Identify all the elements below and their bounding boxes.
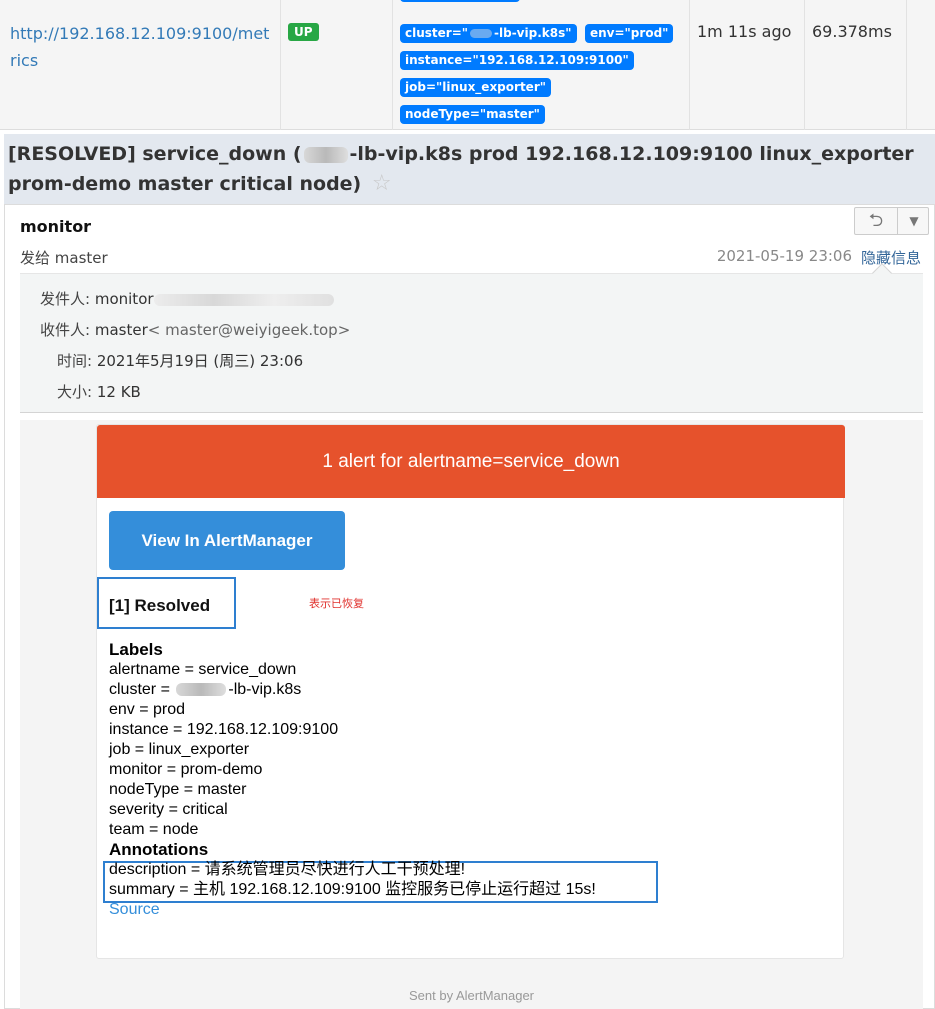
label-severity: severity = critical	[109, 801, 228, 818]
label-badge-instance: instance="192.168.12.109:9100"	[400, 51, 634, 70]
label-badge-cluster: cluster=" -lb-vip.k8s"	[400, 24, 577, 43]
detail-time: 时间: 2021年5月19日 (周三) 23:06	[57, 352, 304, 370]
hide-details-link[interactable]: 隐藏信息	[861, 247, 921, 268]
endpoint-cell: http://192.168.12.109:9100/metrics	[0, 0, 280, 130]
endpoint-link[interactable]: http://192.168.12.109:9100/metrics	[10, 20, 276, 74]
view-in-alertmanager-button[interactable]: View In AlertManager	[109, 511, 345, 570]
to-address: < master@weiyigeek.top>	[147, 321, 351, 339]
chevron-down-icon[interactable]: ▼	[899, 208, 929, 234]
email-date: 2021-05-19 23:06	[716, 247, 852, 265]
last-scrape-cell	[689, 0, 804, 130]
resolved-title: [1] Resolved	[109, 596, 211, 615]
label-nodetype: nodeType = master	[109, 781, 247, 798]
last-scrape: 1m 11s ago	[697, 22, 792, 41]
email-body: 1 alert for alertname=service_down View …	[20, 420, 923, 1009]
resolved-note: 表示已恢复	[309, 597, 364, 610]
state-cell	[280, 0, 392, 130]
blurred-address	[153, 293, 334, 306]
email-frame: monitor ⮌ ▼ 发给 master 2021-05-19 23:06 隐…	[4, 204, 935, 1009]
label-alertname: alertname = service_down	[109, 661, 297, 678]
targets-table: http://192.168.12.109:9100/metrics UP cl…	[0, 0, 935, 130]
annotations-heading: Annotations	[109, 840, 209, 859]
detail-from: 发件人: monitor	[40, 288, 334, 309]
label-badge-env: env="prod"	[585, 24, 674, 43]
star-icon[interactable]: ☆	[372, 171, 392, 196]
label-monitor: monitor = prom-demo	[109, 761, 263, 778]
label-instance: instance = 192.168.12.109:9100	[109, 721, 339, 738]
label-team: team = node	[109, 821, 199, 838]
label-badge-job: job="linux_exporter"	[400, 78, 551, 97]
state-badge: UP	[288, 23, 319, 41]
sender-name[interactable]: monitor	[20, 217, 91, 236]
annotation-summary: summary = 主机 192.168.12.109:9100 监控服务已停止…	[109, 881, 596, 898]
label-job: job = linux_exporter	[109, 741, 250, 758]
alert-header: 1 alert for alertname=service_down	[97, 425, 845, 498]
labels-heading: Labels	[109, 640, 163, 659]
reply-button-group: ⮌ ▼	[854, 207, 929, 235]
alert-card: 1 alert for alertname=service_down View …	[96, 424, 845, 959]
reply-icon[interactable]: ⮌	[855, 208, 898, 234]
email-details-panel: 发件人: monitor 收件人: master< master@weiyige…	[20, 263, 923, 413]
source-link[interactable]: Source	[109, 901, 160, 918]
detail-size: 大小: 12 KB	[57, 383, 141, 401]
from-value[interactable]: monitor	[95, 290, 154, 308]
label-badge-nodetype: nodeType="master"	[400, 105, 545, 124]
recipient-line: 发给 master	[20, 249, 108, 267]
email-subject-bar: [RESOLVED] service_down (-lb-vip.k8s pro…	[4, 134, 935, 204]
error-cell	[906, 0, 935, 130]
email-subject: [RESOLVED] service_down (-lb-vip.k8s pro…	[8, 143, 914, 196]
label-env: env = prod	[109, 701, 186, 718]
sent-by-footer: Sent by AlertManager	[408, 988, 535, 1003]
to-value[interactable]: master	[95, 321, 148, 339]
label-cluster: cluster = -lb-vip.k8s	[109, 681, 302, 698]
duration-cell	[804, 0, 906, 130]
detail-to: 收件人: master< master@weiyigeek.top>	[40, 321, 351, 339]
alert-details: Labels alertname = service_down cluster …	[109, 640, 596, 920]
annotation-description: description = 请系统管理员尽快进行人工干预处理!	[109, 861, 466, 878]
scrape-duration: 69.378ms	[812, 22, 892, 41]
